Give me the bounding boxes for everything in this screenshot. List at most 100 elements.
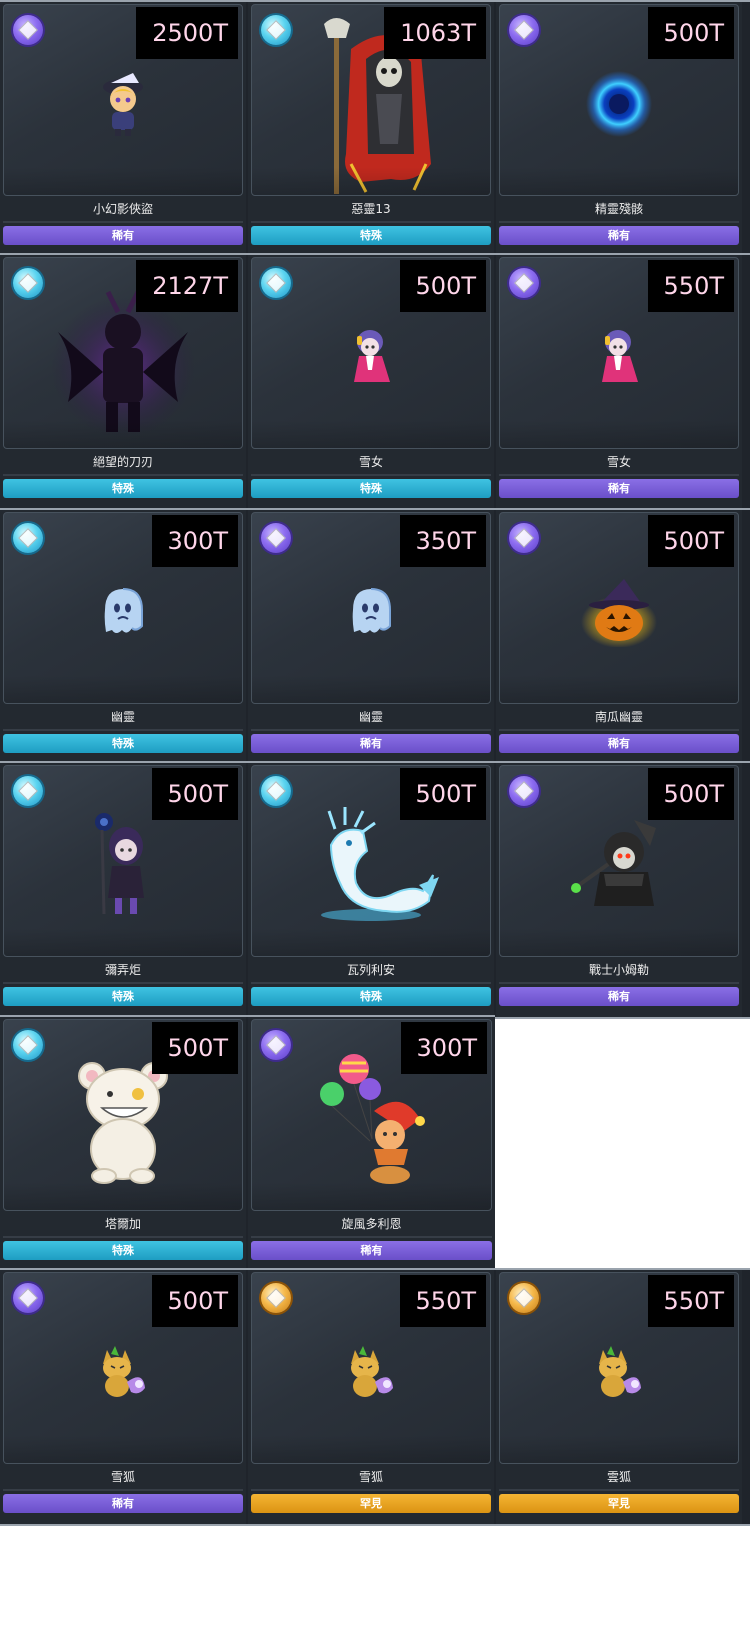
rarity-button[interactable]: 稀有 bbox=[251, 734, 491, 753]
divider bbox=[3, 1236, 243, 1238]
item-name: 戰士小姆勒 bbox=[588, 963, 649, 977]
price-tag: 500T bbox=[647, 515, 734, 567]
rarity-gem-icon bbox=[13, 15, 43, 45]
item-card[interactable]: 500T 雪狐 稀有 bbox=[0, 1270, 246, 1524]
item-card[interactable]: 350T 幽靈 稀有 bbox=[248, 510, 494, 764]
item-card[interactable]: 550T 雪女 稀有 bbox=[496, 255, 742, 509]
item-name: 塔爾加 bbox=[104, 1217, 141, 1231]
item-card[interactable]: 1063T 惡靈13 特殊 bbox=[248, 2, 494, 256]
item-name: 雪狐 bbox=[358, 1470, 383, 1484]
item-card[interactable]: 2127T 絕望的刀刃 特殊 bbox=[0, 255, 246, 509]
item-card[interactable]: 300T 旋風多利恩 稀有 bbox=[248, 1017, 495, 1271]
blue-orb-icon bbox=[584, 69, 654, 139]
price-tag: 550T bbox=[399, 1275, 486, 1327]
ghost-icon bbox=[100, 586, 146, 638]
item-card[interactable]: 300T 幽靈 特殊 bbox=[0, 510, 246, 764]
divider bbox=[3, 729, 243, 731]
item-name: 雪女 bbox=[358, 455, 383, 469]
rarity-gem-icon bbox=[509, 15, 539, 45]
item-preview-panel[interactable]: 350T bbox=[251, 512, 491, 704]
item-preview-panel[interactable]: 300T bbox=[251, 1019, 492, 1211]
item-preview-panel[interactable]: 500T bbox=[3, 1019, 243, 1211]
rarity-button[interactable]: 特殊 bbox=[251, 226, 491, 245]
rarity-gem-icon bbox=[509, 1283, 539, 1313]
divider bbox=[3, 474, 243, 476]
item-card[interactable]: 500T 瓦列利安特殊 bbox=[248, 763, 494, 1017]
rarity-button[interactable]: 稀有 bbox=[251, 1241, 492, 1260]
item-card[interactable]: 500T 精靈殘骸稀有 bbox=[496, 2, 742, 256]
item-name: 雲狐 bbox=[606, 1470, 631, 1484]
divider bbox=[499, 1489, 739, 1491]
price-tag: 300T bbox=[151, 515, 238, 567]
rarity-gem-icon bbox=[261, 1283, 291, 1313]
item-name: 南瓜幽靈 bbox=[594, 710, 643, 724]
item-preview-panel[interactable]: 550T bbox=[499, 257, 739, 449]
item-preview-panel[interactable]: 500T bbox=[499, 765, 739, 957]
gem-icon bbox=[18, 1035, 38, 1055]
pumpkin-ghost-icon bbox=[579, 577, 659, 647]
item-preview-panel[interactable]: 300T bbox=[3, 512, 243, 704]
item-name: 惡靈13 bbox=[351, 202, 391, 216]
gem-icon bbox=[266, 273, 286, 293]
item-preview-panel[interactable]: 500T bbox=[499, 512, 739, 704]
item-preview-panel[interactable]: 1063T bbox=[251, 4, 491, 196]
rarity-button[interactable]: 罕見 bbox=[251, 1494, 491, 1513]
rarity-button[interactable]: 罕見 bbox=[499, 1494, 739, 1513]
item-name: 精靈殘骸 bbox=[594, 202, 643, 216]
rarity-button[interactable]: 稀有 bbox=[499, 734, 739, 753]
item-preview-panel[interactable]: 500T bbox=[499, 4, 739, 196]
rarity-button[interactable]: 稀有 bbox=[499, 479, 739, 498]
price-tag: 500T bbox=[151, 1275, 238, 1327]
item-preview-panel[interactable]: 550T bbox=[499, 1272, 739, 1464]
rarity-button[interactable]: 特殊 bbox=[3, 479, 243, 498]
divider bbox=[499, 474, 739, 476]
item-card[interactable]: 500T 戰士小姆勒稀有 bbox=[496, 763, 742, 1017]
item-card[interactable]: 500T 塔爾加特殊 bbox=[0, 1017, 246, 1271]
ice-dragon-icon bbox=[301, 805, 441, 925]
rarity-button[interactable]: 特殊 bbox=[3, 734, 243, 753]
item-preview-panel[interactable]: 500T bbox=[3, 765, 243, 957]
divider bbox=[499, 982, 739, 984]
item-card[interactable]: 2500T 小幻影俠盜 稀有 bbox=[0, 2, 246, 256]
rarity-button[interactable]: 特殊 bbox=[3, 1241, 243, 1260]
item-preview-panel[interactable]: 2127T bbox=[3, 257, 243, 449]
item-card[interactable]: 500T 南瓜幽靈稀有 bbox=[496, 510, 742, 764]
gem-icon bbox=[514, 781, 534, 801]
item-preview-panel[interactable]: 500T bbox=[251, 765, 491, 957]
rarity-button[interactable]: 稀有 bbox=[499, 987, 739, 1006]
gem-icon bbox=[514, 1288, 534, 1308]
rarity-button[interactable]: 稀有 bbox=[499, 226, 739, 245]
item-name: 彌弄炬 bbox=[104, 963, 141, 977]
rarity-gem-icon bbox=[261, 15, 291, 45]
gem-icon bbox=[514, 20, 534, 40]
rarity-button[interactable]: 特殊 bbox=[3, 987, 243, 1006]
item-card[interactable]: 500T 雪女特殊 bbox=[248, 255, 494, 509]
item-preview-panel[interactable]: 500T bbox=[3, 1272, 243, 1464]
divider bbox=[499, 729, 739, 731]
price-tag: 500T bbox=[647, 768, 734, 820]
divider bbox=[251, 1236, 492, 1238]
price-tag: 500T bbox=[151, 768, 238, 820]
rarity-gem-icon bbox=[261, 523, 291, 553]
item-card[interactable]: 500T 彌弄炬特殊 bbox=[0, 763, 246, 1017]
item-preview-panel[interactable]: 550T bbox=[251, 1272, 491, 1464]
item-preview-panel[interactable]: 500T bbox=[251, 257, 491, 449]
fox-icon bbox=[341, 1344, 401, 1400]
gem-icon bbox=[18, 781, 38, 801]
rarity-button[interactable]: 特殊 bbox=[251, 479, 491, 498]
rarity-gem-icon bbox=[13, 268, 43, 298]
item-name: 瓦列利安 bbox=[346, 963, 395, 977]
dark-warrior-icon bbox=[564, 810, 674, 920]
price-tag: 550T bbox=[647, 260, 734, 312]
item-row: 300T 幽靈 特殊 350T 幽靈 稀有 500T 南瓜幽靈稀有 bbox=[0, 508, 750, 766]
rarity-button[interactable]: 稀有 bbox=[3, 1494, 243, 1513]
rarity-button[interactable]: 稀有 bbox=[3, 226, 243, 245]
item-row: 500T 雪狐 稀有 550T 雪狐 罕見 550T 雲狐 罕見 bbox=[0, 1268, 750, 1526]
item-card[interactable]: 550T 雲狐罕見 bbox=[496, 1270, 742, 1524]
item-preview-panel[interactable]: 2500T bbox=[3, 4, 243, 196]
item-card[interactable]: 550T 雪狐罕見 bbox=[248, 1270, 494, 1524]
gem-icon bbox=[266, 1035, 286, 1055]
divider bbox=[499, 221, 739, 223]
price-tag: 350T bbox=[399, 515, 486, 567]
rarity-button[interactable]: 特殊 bbox=[251, 987, 491, 1006]
